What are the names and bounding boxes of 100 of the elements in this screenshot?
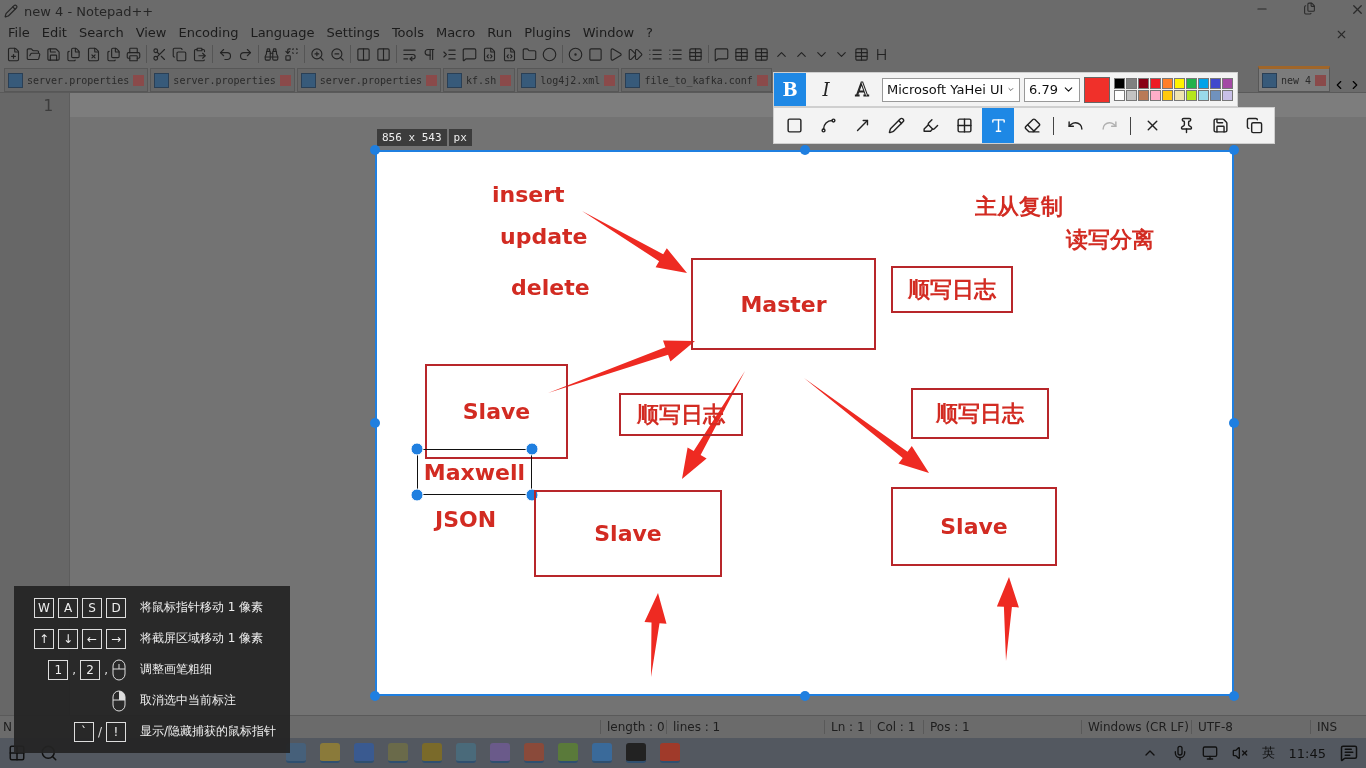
pilcrow-icon[interactable] — [422, 46, 437, 62]
file-tab[interactable]: log4j2.xml — [517, 68, 620, 92]
file-tab[interactable]: server.properties — [4, 68, 149, 92]
resize-handle[interactable] — [370, 418, 380, 428]
current-color-icon[interactable] — [1084, 76, 1110, 103]
cut-icon[interactable] — [152, 46, 167, 62]
resize-handle[interactable] — [799, 145, 810, 155]
menu-item[interactable]: Search — [72, 24, 130, 40]
resize-handle[interactable] — [1229, 418, 1239, 428]
color-swatch[interactable] — [1162, 78, 1173, 89]
menu-item[interactable]: Language — [244, 24, 321, 40]
menu-item[interactable]: Settings — [320, 24, 386, 40]
resize-handle[interactable] — [1229, 691, 1239, 701]
zoom-out-icon[interactable] — [330, 46, 345, 62]
color-swatch[interactable] — [1210, 90, 1221, 101]
notification-icon[interactable] — [1340, 744, 1358, 762]
wrap-icon[interactable] — [402, 46, 417, 62]
color-swatch[interactable] — [1186, 78, 1197, 89]
heading-icon[interactable] — [874, 46, 889, 62]
color-swatch[interactable] — [1198, 90, 1209, 101]
format-button[interactable]: I — [810, 73, 842, 106]
color-swatch[interactable] — [1138, 78, 1149, 89]
menu-item[interactable]: Plugins — [518, 24, 577, 40]
color-swatch[interactable] — [1114, 90, 1125, 101]
app-icon[interactable] — [388, 743, 408, 763]
color-swatch[interactable] — [1198, 78, 1209, 89]
paste-icon[interactable] — [192, 46, 207, 62]
clock[interactable]: 11:45 — [1288, 745, 1326, 761]
find-icon[interactable] — [264, 46, 279, 62]
network-icon[interactable] — [1201, 745, 1218, 761]
folder-icon[interactable] — [26, 46, 41, 62]
copy-icon[interactable] — [172, 46, 187, 62]
menu-item[interactable]: Tools — [385, 24, 430, 40]
circle-icon[interactable] — [542, 46, 557, 62]
record-icon[interactable] — [568, 46, 583, 62]
list-icon[interactable] — [668, 46, 683, 62]
fast-forward-icon[interactable] — [628, 46, 643, 62]
code-icon[interactable] — [482, 46, 497, 62]
resize-handle[interactable] — [1229, 145, 1239, 155]
comment-icon[interactable] — [714, 46, 729, 62]
resize-handle[interactable] — [410, 488, 424, 502]
columns-icon[interactable] — [376, 46, 391, 62]
close-file-icon[interactable] — [86, 46, 101, 62]
color-swatch[interactable] — [1186, 90, 1197, 101]
color-swatch[interactable] — [1174, 78, 1185, 89]
app-icon[interactable] — [626, 743, 646, 763]
menu-item[interactable]: File — [2, 24, 36, 40]
resize-handle[interactable] — [370, 691, 380, 701]
redo-icon[interactable] — [238, 46, 253, 62]
printer-icon[interactable] — [126, 46, 141, 62]
format-button[interactable]: B — [774, 73, 806, 106]
muted-speaker-icon[interactable] — [1231, 745, 1248, 761]
color-swatch[interactable] — [1150, 78, 1161, 89]
table-icon[interactable] — [854, 46, 869, 62]
color-swatch[interactable] — [1222, 78, 1233, 89]
resize-handle[interactable] — [410, 442, 424, 456]
menu-item[interactable]: ? — [640, 24, 659, 40]
folder-icon[interactable] — [522, 46, 537, 62]
new-file-icon[interactable] — [6, 46, 21, 62]
menu-item[interactable]: Encoding — [172, 24, 245, 40]
color-swatch[interactable] — [1126, 90, 1137, 101]
color-swatch[interactable] — [1138, 90, 1149, 101]
list-icon[interactable] — [648, 46, 663, 62]
files-icon[interactable] — [106, 46, 121, 62]
indent-icon[interactable] — [442, 46, 457, 62]
undo-icon[interactable] — [218, 46, 233, 62]
code-icon[interactable] — [502, 46, 517, 62]
color-swatch[interactable] — [1222, 90, 1233, 101]
format-button[interactable]: A — [846, 73, 878, 106]
app-icon[interactable] — [558, 743, 578, 763]
app-icon[interactable] — [422, 743, 442, 763]
menu-item[interactable]: Window — [576, 24, 641, 40]
stop-icon[interactable] — [588, 46, 603, 62]
menu-item[interactable]: Edit — [35, 24, 73, 40]
comment-icon[interactable] — [462, 46, 477, 62]
color-swatch[interactable] — [1150, 90, 1161, 101]
app-icon[interactable] — [286, 743, 306, 763]
file-tab[interactable]: server.properties — [150, 68, 295, 92]
zoom-in-icon[interactable] — [310, 46, 325, 62]
color-swatch[interactable] — [1162, 90, 1173, 101]
color-swatch[interactable] — [1126, 78, 1137, 89]
color-swatch[interactable] — [1174, 90, 1185, 101]
resize-handle[interactable] — [370, 145, 380, 155]
play-icon[interactable] — [608, 46, 623, 62]
font-select[interactable]: Microsoft YaHei UI — [882, 77, 1020, 102]
file-tab[interactable]: new 4 — [1257, 66, 1330, 92]
color-swatch[interactable] — [1210, 78, 1221, 89]
color-swatch[interactable] — [1114, 78, 1125, 89]
input-method[interactable]: 英 — [1261, 744, 1275, 762]
resize-handle[interactable] — [525, 442, 539, 456]
menu-item[interactable]: Run — [481, 24, 519, 40]
app-icon[interactable] — [320, 743, 340, 763]
font-size-select[interactable]: 6.79 — [1024, 77, 1080, 102]
menu-item[interactable]: Macro — [429, 24, 482, 40]
restore-icon[interactable] — [1303, 2, 1316, 15]
table-icon[interactable] — [734, 46, 749, 62]
file-tab[interactable]: server.properties — [296, 68, 442, 92]
resize-handle[interactable] — [799, 691, 810, 701]
columns-icon[interactable] — [356, 46, 371, 62]
replace-icon[interactable] — [284, 46, 299, 62]
